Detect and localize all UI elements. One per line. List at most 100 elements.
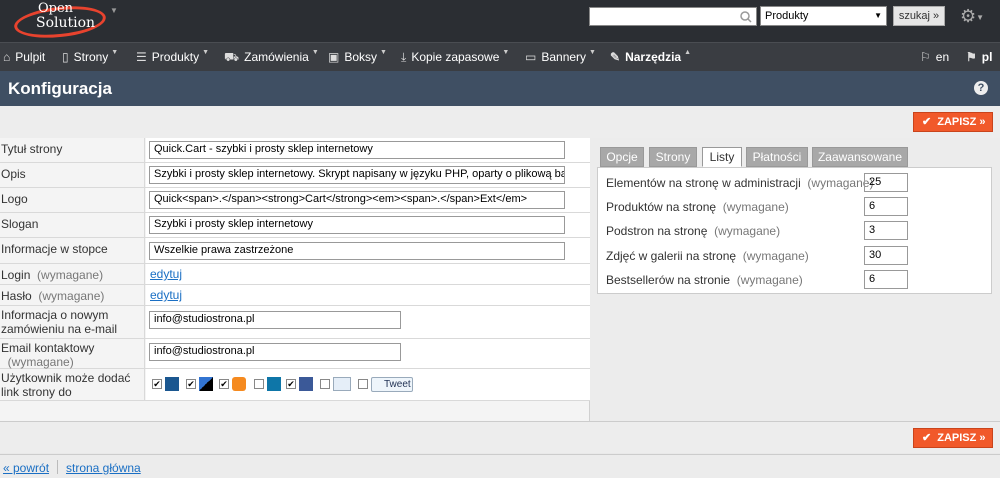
help-icon[interactable]: ? [974,81,988,95]
field-label: Hasło (wymagane) [0,285,145,305]
footer-info-input[interactable]: Wszelkie prawa zastrzeżone [149,242,565,260]
logo-caret-icon[interactable]: ▼ [110,6,118,15]
box-icon: ▣ [328,50,340,64]
admin-per-page-input[interactable]: 25 [864,173,908,192]
search-input[interactable] [589,7,757,26]
field-label: Tytuł strony [0,138,145,162]
tab-platnosci[interactable]: Płatności [746,147,808,167]
search-scope-value: Produkty [765,10,809,22]
home-link[interactable]: strona główna [66,461,141,475]
field-label: Email kontaktowy (wymagane) [0,339,145,369]
title-input[interactable]: Quick.Cart - szybki i prosty sklep inter… [149,141,565,159]
contact-label: Email kontaktowy [1,341,95,355]
chevron-down-icon: ▼ [380,49,387,56]
search-button[interactable]: szukaj » [893,6,945,26]
cart-icon: ⛟ [224,50,240,64]
lists-panel: Elementów na stronę w administracji (wym… [597,167,992,294]
nav-bannery[interactable]: ▭ Bannery ▼ [525,43,596,71]
tab-zaawansowane[interactable]: Zaawansowane [812,147,908,167]
share-digg-checkbox[interactable]: ✔ [152,379,162,389]
logo[interactable]: Open Solution [12,1,108,42]
nav-produkty[interactable]: ☰ Produkty ▼ [136,43,209,71]
list-row: Zdjęć w galerii na stronę (wymagane) 30 [598,244,991,268]
tweet-button: Tweet [371,377,413,392]
page-icon: ▯ [62,50,69,64]
save-button-top[interactable]: ✔ ZAPISZ » [913,112,993,132]
config-form: Tytuł strony Quick.Cart - szybki i prost… [0,138,590,421]
delicious-icon [199,377,213,391]
label-text: Bestsellerów na stronie [606,273,731,287]
field-label: Login (wymagane) [0,264,145,284]
nav-boksy[interactable]: ▣ Boksy ▼ [328,43,387,71]
lang-en[interactable]: ⚐ en [920,43,949,71]
back-link[interactable]: « powrót [3,461,49,475]
main-nav: ⌂ Pulpit ▯ Strony ▼ ☰ Produkty ▼ ⛟ Zamówienia ▼… [0,42,1000,71]
download-icon: ⤓ [401,50,407,64]
row-login: Login (wymagane) edytuj [0,264,590,285]
label-text: Zdjęć w galerii na stronę [606,249,737,263]
nav-strony[interactable]: ▯ Strony ▼ [62,43,118,71]
list-row-label: Elementów na stronę w administracji (wym… [606,176,873,190]
chevron-down-icon: ▼ [589,49,596,56]
required-note: (wymagane) [38,289,105,303]
order-email-input[interactable]: info@studiostrona.pl [149,311,401,329]
tab-listy[interactable]: Listy [702,147,742,167]
search-icon[interactable] [738,9,754,25]
subpages-per-page-input[interactable]: 3 [864,221,908,240]
flag-icon: ⚑ [966,50,977,64]
top-button-bar: ✔ ZAPISZ » [0,106,1000,138]
chevron-down-icon: ▼ [111,49,119,56]
nav-pulpit[interactable]: ⌂ Pulpit [3,43,45,71]
lang-pl[interactable]: ⚑ pl [966,43,992,71]
share-delicious-checkbox[interactable]: ✔ [186,379,196,389]
list-row: Produktów na stronę (wymagane) 6 [598,195,991,219]
logo-input[interactable]: Quick<span>.</span><strong>Cart</strong>… [149,191,565,209]
check-icon: ✔ [922,116,932,128]
field-label: Opis [0,163,145,187]
share-linkedin-checkbox[interactable] [254,379,264,389]
required-note: (wymagane) [7,355,74,369]
field-label: Informacje w stopce [0,238,145,263]
field-label: Slogan [0,213,145,237]
chevron-down-icon: ▼ [202,49,210,56]
nav-label: Zamówienia [244,50,309,64]
page-title: Konfiguracja [8,79,112,98]
save-label: ZAPISZ » [937,432,986,444]
nav-narzedzia[interactable]: ✎ Narzędzia ▲ [610,43,691,71]
password-edit-link[interactable]: edytuj [150,288,182,302]
description-input[interactable]: Szybki i prosty sklep internetowy. Skryp… [149,166,565,184]
share-wykop-checkbox[interactable]: ✔ [219,379,229,389]
lang-label: pl [981,50,993,64]
check-icon: ✔ [922,432,932,444]
chevron-down-icon: ▼ [502,49,510,56]
share-facebook-checkbox[interactable]: ✔ [286,379,296,389]
row-order-email: Informacja o nowym zamówieniu na e-mail … [0,306,590,339]
tab-strony[interactable]: Strony [649,147,697,167]
linkedin-icon [267,377,281,391]
label-text: Elementów na stronę w administracji [606,176,801,190]
required-note: (wymagane) [722,200,789,214]
top-bar: Open Solution ▼ Produkty ▼ szukaj » ⚙▼ [0,0,1000,42]
slogan-input[interactable]: Szybki i prosty sklep internetowy [149,216,565,234]
required-note: (wymagane) [742,249,809,263]
contact-email-input[interactable]: info@studiostrona.pl [149,343,401,361]
gallery-per-page-input[interactable]: 30 [864,246,908,265]
row-share: Użytkownik może dodać link strony do ✔ ✔… [0,369,590,401]
bestsellers-per-page-input[interactable]: 6 [864,270,908,289]
list-row-label: Podstron na stronę (wymagane) [606,224,780,238]
logo-line1: Open [38,1,74,16]
bottom-button-bar: ✔ ZAPISZ » [0,421,1000,453]
nav-label: Narzędzia [625,50,682,64]
login-edit-link[interactable]: edytuj [150,267,182,281]
share-googleplus-checkbox[interactable] [320,379,330,389]
save-button-bottom[interactable]: ✔ ZAPISZ » [913,428,993,448]
share-twitter-checkbox[interactable] [358,379,368,389]
tab-opcje[interactable]: Opcje [600,147,644,167]
nav-zamowienia[interactable]: ⛟ Zamówienia ▼ [224,43,319,71]
field-label: Informacja o nowym zamówieniu na e-mail [0,306,145,338]
nav-label: Produkty [151,50,200,64]
nav-kopie-zapasowe[interactable]: ⤓ Kopie zapasowe ▼ [401,43,509,71]
gear-icon[interactable]: ⚙▼ [960,6,990,26]
search-scope-select[interactable]: Produkty ▼ [760,6,887,26]
products-per-page-input[interactable]: 6 [864,197,908,216]
